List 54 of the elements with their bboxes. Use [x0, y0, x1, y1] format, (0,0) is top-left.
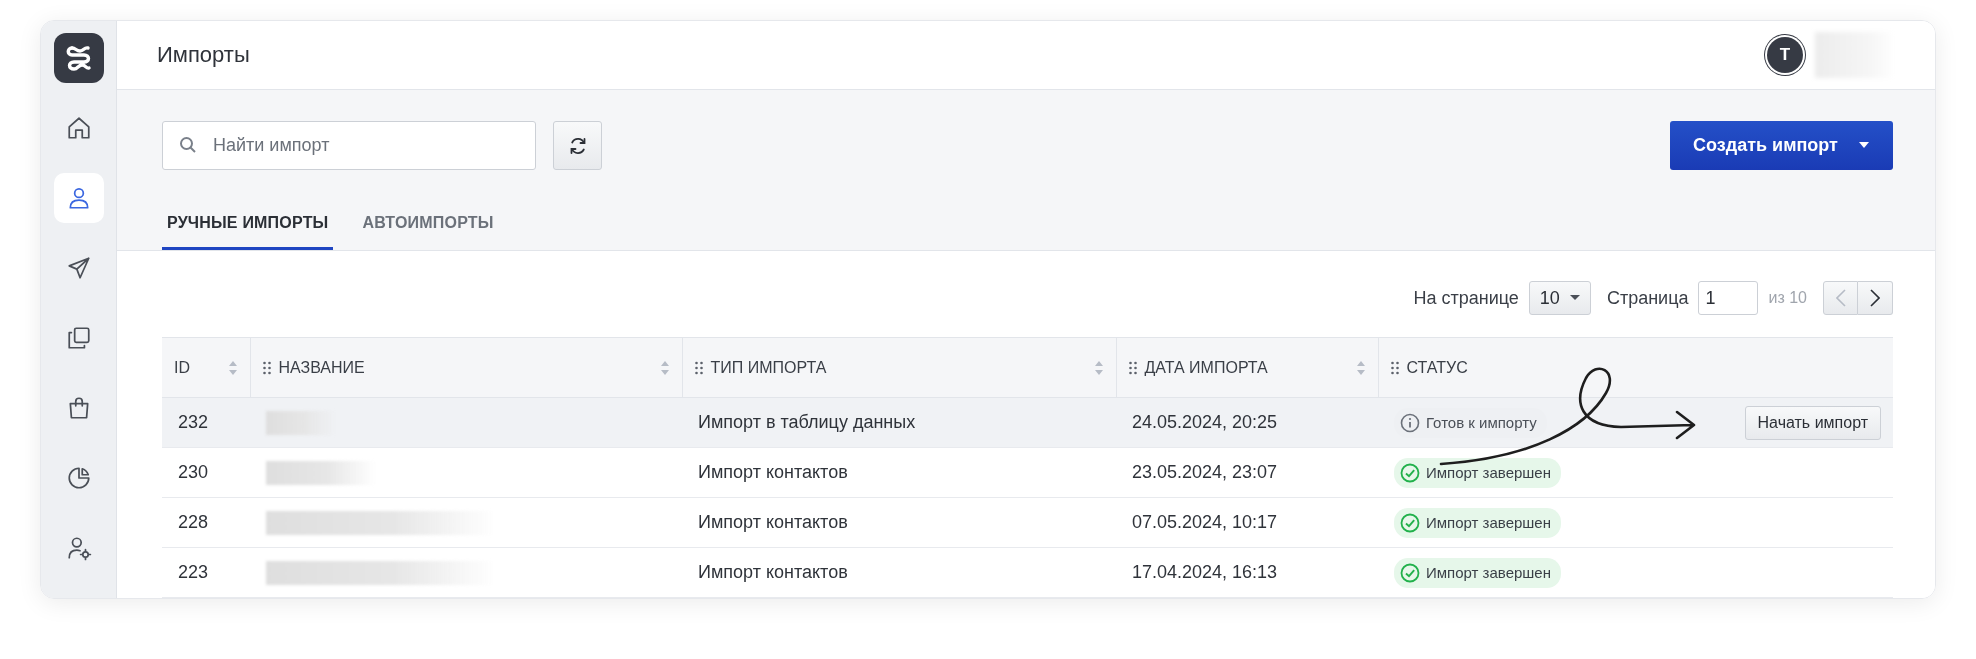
- home-icon: [65, 115, 92, 141]
- drag-handle-icon[interactable]: [262, 360, 271, 375]
- tab[interactable]: АВТОИМПОРТЫ: [357, 214, 499, 250]
- drag-handle-icon[interactable]: [694, 360, 703, 375]
- table-cell: 228: [178, 512, 209, 532]
- check-circle-icon: [1400, 512, 1420, 533]
- refresh-button[interactable]: [553, 121, 602, 170]
- per-page-select[interactable]: 10: [1528, 281, 1591, 315]
- search-field[interactable]: Найти импорт: [162, 121, 536, 170]
- column-header: ТИП ИМПОРТА: [710, 358, 828, 377]
- table-cell: 23.05.2024, 23:07: [1132, 462, 1278, 482]
- app-logo[interactable]: [53, 33, 104, 83]
- table-cell: 24.05.2024, 20:25: [1132, 412, 1278, 432]
- chevron-right-icon: [1870, 289, 1880, 307]
- page-input[interactable]: 1: [1698, 281, 1759, 315]
- page-label: Страница: [1606, 287, 1689, 309]
- send-icon: [65, 255, 92, 281]
- chevron-left-icon: [1835, 289, 1846, 307]
- table-cell: 07.05.2024, 10:17: [1132, 512, 1278, 532]
- sidebar-item[interactable]: [53, 173, 104, 223]
- drag-handle-icon[interactable]: [1390, 360, 1399, 375]
- copy-icon: [65, 325, 92, 351]
- column-header: НАЗВАНИЕ: [278, 358, 366, 377]
- check-circle-icon: [1400, 562, 1420, 583]
- next-page-button[interactable]: [1858, 281, 1893, 315]
- status-badge: Импорт завершен: [1394, 507, 1561, 538]
- status-badge: Импорт завершен: [1394, 557, 1561, 588]
- drag-handle-icon[interactable]: [1128, 360, 1137, 375]
- start-import-button[interactable]: Начать импорт: [1744, 405, 1881, 440]
- table-cell: 223: [178, 562, 209, 582]
- table-cell: Импорт контактов: [698, 462, 848, 482]
- caret-icon: [1857, 142, 1870, 149]
- user-avatar[interactable]: T: [1767, 37, 1803, 73]
- page-title: Импорты: [157, 42, 251, 68]
- table-cell: Импорт в таблицу данных: [698, 412, 916, 432]
- table-cell: 17.04.2024, 16:13: [1132, 562, 1278, 582]
- status-badge: Импорт завершен: [1394, 457, 1561, 488]
- table-cell: Импорт контактов: [698, 512, 848, 532]
- status-badge: Готов к импорту: [1394, 407, 1547, 438]
- create-import-button[interactable]: Создать импорт: [1670, 121, 1893, 170]
- user-settings-icon: [65, 535, 92, 561]
- check-circle-icon: [1400, 462, 1420, 483]
- caret-icon: [1569, 295, 1580, 301]
- table-cell: 230: [178, 462, 209, 482]
- table-cell: 232: [178, 412, 209, 432]
- table-cell: Импорт контактов: [698, 562, 848, 582]
- column-header: ID: [174, 358, 191, 377]
- per-page-label: На странице: [1413, 287, 1519, 309]
- column-header: ДАТА ИМПОРТА: [1144, 358, 1269, 377]
- search-icon: [179, 136, 197, 154]
- info-icon: [1400, 412, 1420, 433]
- column-header: СТАТУС: [1406, 358, 1469, 377]
- page-total: из 10: [1768, 289, 1807, 307]
- pie-chart-icon: [65, 465, 92, 491]
